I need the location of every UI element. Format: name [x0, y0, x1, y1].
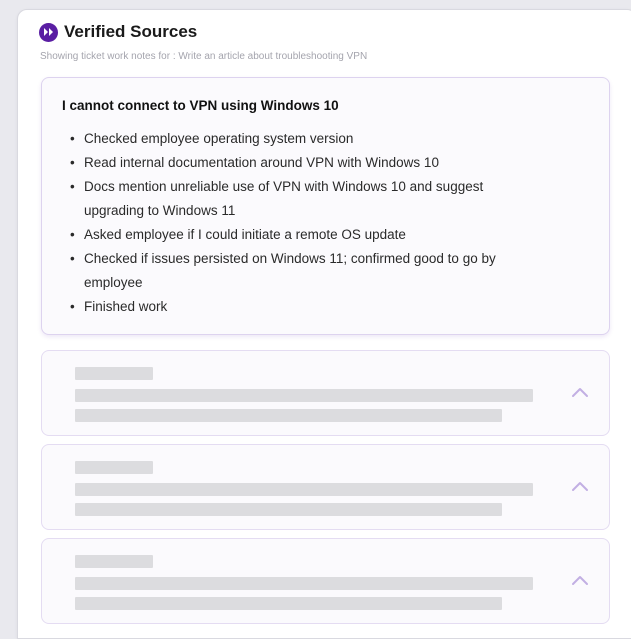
skeleton-line-bar — [75, 503, 502, 516]
list-item: Checked employee operating system versio… — [70, 127, 540, 151]
chevron-up-icon[interactable] — [571, 385, 589, 399]
list-item: Read internal documentation around VPN w… — [70, 151, 540, 175]
source-card-title: I cannot connect to VPN using Windows 10 — [62, 98, 339, 113]
list-item: Checked if issues persisted on Windows 1… — [70, 247, 540, 295]
skeleton-title-bar — [75, 555, 153, 568]
placeholder-card[interactable] — [41, 538, 610, 624]
chevron-up-icon[interactable] — [571, 573, 589, 587]
skeleton-line-bar — [75, 577, 533, 590]
chevron-up-icon[interactable] — [571, 479, 589, 493]
placeholder-card[interactable] — [41, 350, 610, 436]
skeleton-line-bar — [75, 389, 533, 402]
placeholder-card[interactable] — [41, 444, 610, 530]
list-item: Asked employee if I could initiate a rem… — [70, 223, 540, 247]
list-item: Finished work — [70, 295, 540, 319]
skeleton-line-bar — [75, 483, 533, 496]
skeleton-title-bar — [75, 461, 153, 474]
page-title: Verified Sources — [64, 22, 198, 41]
page-subtitle: Showing ticket work notes for : Write an… — [40, 51, 368, 62]
skeleton-line-bar — [75, 409, 502, 422]
verified-sources-panel: Verified Sources Showing ticket work not… — [17, 9, 631, 639]
skeleton-title-bar — [75, 367, 153, 380]
skeleton-line-bar — [75, 597, 502, 610]
source-card[interactable]: I cannot connect to VPN using Windows 10… — [41, 77, 610, 335]
work-notes-list: Checked employee operating system versio… — [70, 127, 540, 319]
double-chevron-right-icon — [39, 22, 58, 42]
panel-header: Verified Sources — [39, 22, 197, 42]
list-item: Docs mention unreliable use of VPN with … — [70, 175, 540, 223]
